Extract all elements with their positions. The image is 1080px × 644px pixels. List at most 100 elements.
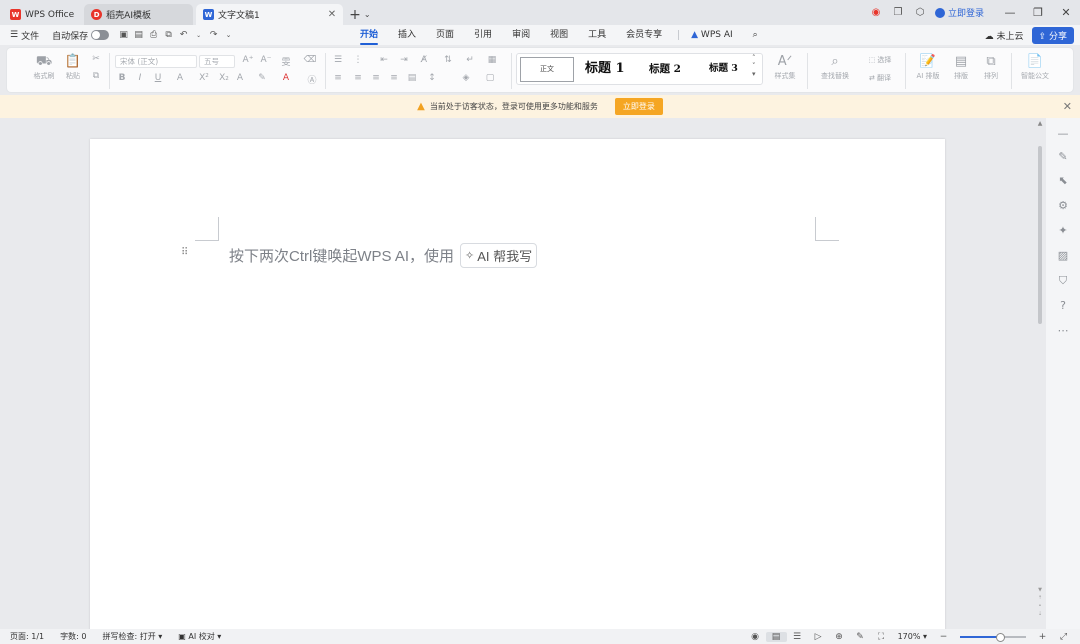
autosave-toggle[interactable]	[91, 30, 110, 40]
edit-pen-icon[interactable]: ✎	[1046, 150, 1080, 163]
zoom-in-icon[interactable]: +	[1032, 632, 1053, 642]
help-icon[interactable]: ?	[1046, 299, 1080, 312]
close-window-button[interactable]: ✕	[1052, 6, 1080, 19]
fit-page-icon[interactable]: ⛶	[871, 632, 892, 642]
minimize-button[interactable]: —	[996, 6, 1024, 19]
tab-wps-office[interactable]: W WPS Office	[3, 4, 82, 25]
login-link[interactable]: 立即登录	[934, 6, 984, 19]
italic-icon[interactable]: I	[133, 73, 147, 83]
find-replace-button[interactable]: ⌕ 查找替换	[815, 53, 855, 81]
tab-references[interactable]: 引用	[466, 25, 500, 45]
tab-wps-ai[interactable]: ▲ WPS AI	[683, 25, 741, 45]
shrink-font-icon[interactable]: A⁻	[259, 55, 273, 65]
style-set-button[interactable]: Aᐟ 样式集	[769, 53, 801, 81]
web-view-icon[interactable]: ⊕	[829, 632, 850, 642]
tab-membership[interactable]: 会员专享	[618, 25, 670, 45]
select-pointer-icon[interactable]: ⬉	[1046, 174, 1080, 187]
close-tab-icon[interactable]: ✕	[328, 9, 336, 20]
print-preview-icon[interactable]: ⧉	[161, 30, 176, 40]
style-heading-2[interactable]: 标题 2	[649, 54, 681, 84]
numbered-list-icon[interactable]: ⋮	[351, 55, 365, 65]
paste-button[interactable]: 📋 粘贴	[59, 53, 87, 81]
zoom-out-icon[interactable]: −	[933, 632, 954, 642]
format-painter-button[interactable]: ⛟ 格式刷	[30, 53, 58, 81]
border-icon[interactable]: ▢	[483, 73, 497, 83]
tab-view[interactable]: 视图	[542, 25, 576, 45]
ai-assistant-icon[interactable]: ◉	[865, 7, 887, 18]
arrange-button[interactable]: ⧉ 排列	[977, 53, 1005, 81]
bold-icon[interactable]: B	[115, 73, 129, 83]
tab-docer-ai[interactable]: D 稻壳AI模板	[84, 4, 193, 25]
hamburger-icon[interactable]: ☰	[10, 30, 18, 40]
char-shading-icon[interactable]: Ⓐ	[305, 73, 319, 86]
decrease-indent-icon[interactable]: ⇤	[377, 55, 391, 65]
ai-layout-button[interactable]: 📝 AI 排版	[911, 53, 945, 81]
font-size-select[interactable]: 五号	[199, 55, 235, 68]
tab-document[interactable]: W 文字文稿1 ✕	[195, 4, 344, 25]
word-count[interactable]: 字数: 0	[60, 631, 86, 642]
print-icon[interactable]: ⎙	[146, 30, 161, 40]
cut-icon[interactable]: ✂	[89, 54, 103, 64]
collapse-icon[interactable]: —	[1046, 127, 1080, 140]
tab-insert[interactable]: 插入	[390, 25, 424, 45]
spell-check[interactable]: 拼写检查: 打开 ▾	[102, 631, 162, 642]
font-name-select[interactable]: 宋体 (正文)	[115, 55, 197, 68]
strikethrough-icon[interactable]: A	[173, 73, 187, 83]
zoom-slider[interactable]	[960, 632, 1026, 642]
restore-button[interactable]: ❐	[1024, 6, 1052, 19]
style-heading-3[interactable]: 标题 3	[709, 54, 738, 84]
shield-icon[interactable]: ⛉	[1046, 274, 1080, 288]
adjust-icon[interactable]: ⚙	[1046, 199, 1080, 212]
underline-icon[interactable]: U	[151, 73, 165, 83]
shading-icon[interactable]: ◈	[459, 73, 473, 83]
window-switch-icon[interactable]: ❐	[887, 7, 909, 18]
page-count[interactable]: 页面: 1/1	[10, 631, 44, 642]
table-grid-icon[interactable]: ▦	[485, 55, 499, 65]
cloud-status[interactable]: ☁ 未上云	[985, 29, 1024, 42]
distributed-icon[interactable]: ▤	[405, 73, 419, 83]
customize-quick-access-icon[interactable]: ⌄	[221, 31, 236, 39]
sort-icon[interactable]: ⇅	[441, 55, 455, 65]
play-icon[interactable]: ▷	[808, 632, 829, 642]
tab-page[interactable]: 页面	[428, 25, 462, 45]
ai-proofread[interactable]: ▣ AI 校对 ▾	[178, 631, 221, 642]
redo-icon[interactable]: ↷	[206, 30, 221, 40]
image-tool-icon[interactable]: ▨	[1046, 249, 1080, 262]
close-notice-icon[interactable]: ✕	[1063, 100, 1072, 113]
document-page[interactable]: ⠿ 按下两次Ctrl键唤起WPS AI，使用 ✧ AI 帮我写	[90, 139, 945, 634]
cube-icon[interactable]: ⬡	[909, 7, 931, 18]
undo-dropdown-icon[interactable]: ⌄	[191, 32, 206, 39]
style-heading-1[interactable]: 标题 1	[585, 54, 625, 84]
page-view-icon[interactable]: ▤	[765, 631, 787, 642]
search-icon[interactable]: ⌕	[745, 25, 766, 45]
align-center-icon[interactable]: ≡	[351, 73, 365, 83]
scroll-thumb[interactable]	[1038, 146, 1042, 324]
notice-login-button[interactable]: 立即登录	[614, 98, 663, 115]
tab-tools[interactable]: 工具	[580, 25, 614, 45]
document-canvas[interactable]: ⠿ 按下两次Ctrl键唤起WPS AI，使用 ✧ AI 帮我写 ▲ ▼ ⇡ • ⇣	[0, 118, 1046, 634]
vertical-scrollbar[interactable]: ▲ ▼ ⇡ • ⇣	[1035, 120, 1045, 625]
ai-write-button[interactable]: ✧ AI 帮我写	[460, 243, 538, 268]
line-spacing-icon[interactable]: ↕	[425, 73, 439, 83]
ai-prompt-placeholder[interactable]: 按下两次Ctrl键唤起WPS AI，使用 ✧ AI 帮我写	[229, 243, 538, 268]
magic-icon[interactable]: ✦	[1046, 224, 1080, 237]
justify-icon[interactable]: ≡	[387, 73, 401, 83]
save-icon[interactable]: ▣	[116, 30, 131, 40]
pen-icon[interactable]: ✎	[850, 632, 871, 642]
scroll-down-controls[interactable]: ▼ ⇡ • ⇣	[1035, 586, 1045, 618]
align-right-icon[interactable]: ≡	[369, 73, 383, 83]
font-color-icon[interactable]: A	[279, 73, 293, 83]
tab-review[interactable]: 审阅	[504, 25, 538, 45]
more-icon[interactable]: ⋯	[1046, 324, 1080, 337]
export-pdf-icon[interactable]: ▤	[131, 30, 146, 40]
style-normal[interactable]: 正文	[520, 57, 574, 82]
align-left-icon[interactable]: ≡	[331, 73, 345, 83]
bullet-list-icon[interactable]: ☰	[331, 55, 345, 65]
smart-doc-button[interactable]: 📄 智能公文	[1017, 53, 1053, 81]
scroll-up-icon[interactable]: ▲	[1035, 120, 1045, 127]
clear-format-icon[interactable]: ⌫	[303, 55, 317, 65]
layout-button[interactable]: ▤ 排版	[947, 53, 975, 81]
subscript-icon[interactable]: X₂	[217, 73, 231, 83]
file-menu[interactable]: 文件	[21, 29, 39, 42]
highlight-icon[interactable]: ✎	[255, 73, 269, 83]
